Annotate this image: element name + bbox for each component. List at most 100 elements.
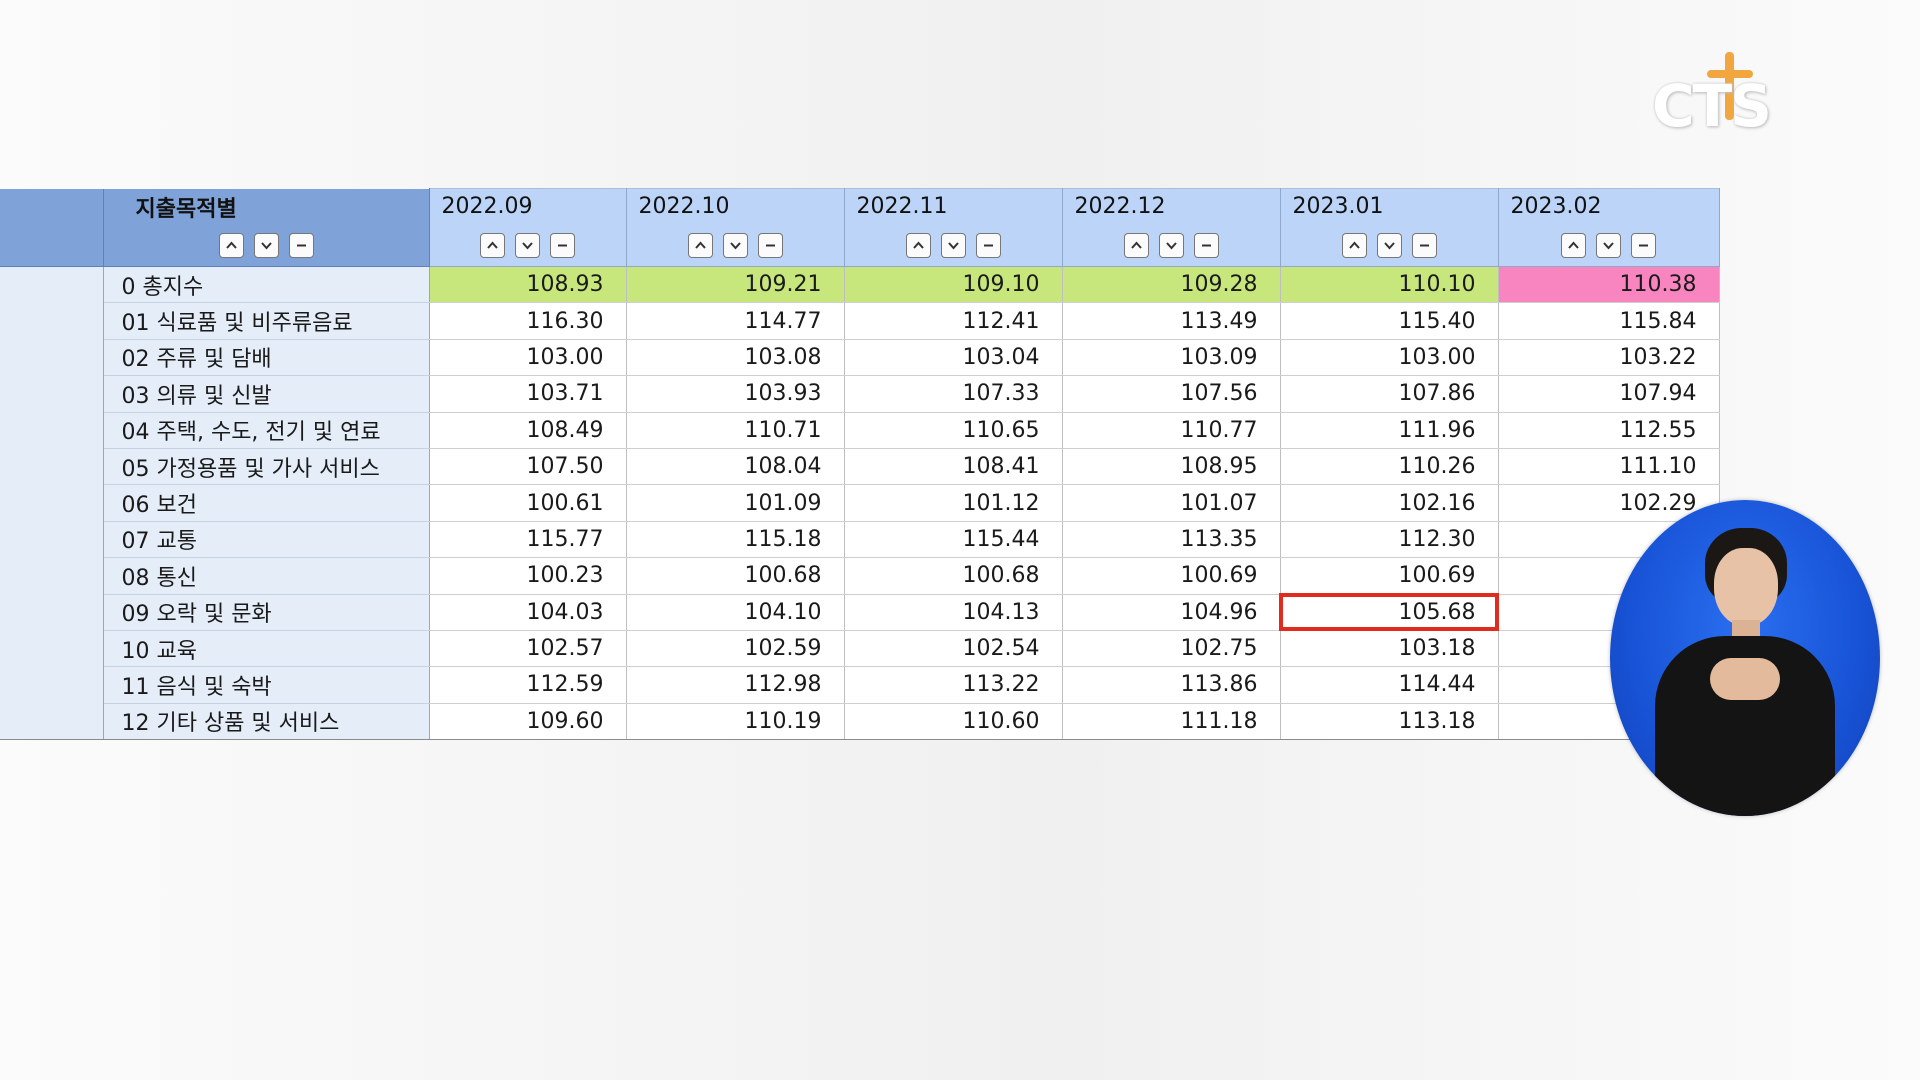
- value-cell[interactable]: 114.44: [1280, 666, 1499, 704]
- value-cell[interactable]: 113.22: [844, 666, 1063, 704]
- value-cell[interactable]: 107.86: [1280, 375, 1499, 413]
- sort-down-button[interactable]: [722, 232, 748, 258]
- value-cell[interactable]: 110.38: [1498, 266, 1720, 304]
- category-cell[interactable]: 08 통신: [103, 557, 430, 595]
- value-cell[interactable]: 105.68: [1279, 593, 1499, 632]
- period-header-2023-01[interactable]: 2023.01: [1280, 188, 1499, 225]
- value-cell[interactable]: 109.60: [429, 703, 627, 741]
- value-cell[interactable]: 111.96: [1280, 412, 1499, 449]
- value-cell[interactable]: 112.41: [844, 302, 1063, 340]
- value-cell[interactable]: 103.00: [1280, 339, 1499, 377]
- category-cell[interactable]: 07 교통: [103, 521, 430, 559]
- value-cell[interactable]: 103.22: [1498, 339, 1720, 377]
- value-cell[interactable]: 101.09: [626, 484, 845, 522]
- value-cell[interactable]: 102.54: [844, 630, 1063, 668]
- value-cell[interactable]: 102.75: [1062, 630, 1281, 668]
- sort-down-button[interactable]: [1158, 232, 1184, 258]
- sort-up-button[interactable]: [1341, 232, 1367, 258]
- value-cell[interactable]: 109.28: [1062, 266, 1281, 304]
- value-cell[interactable]: 108.04: [626, 448, 845, 486]
- sort-down-button[interactable]: [253, 232, 279, 258]
- value-cell[interactable]: 100.68: [844, 557, 1063, 595]
- period-header-2022-09[interactable]: 2022.09: [429, 188, 627, 225]
- period-header-2022-11[interactable]: 2022.11: [844, 188, 1063, 225]
- value-cell[interactable]: 108.41: [844, 448, 1063, 486]
- value-cell[interactable]: 110.26: [1280, 448, 1499, 486]
- sort-up-button[interactable]: [905, 232, 931, 258]
- value-cell[interactable]: 108.95: [1062, 448, 1281, 486]
- sort-up-button[interactable]: [687, 232, 713, 258]
- value-cell[interactable]: 113.18: [1280, 703, 1499, 741]
- category-header[interactable]: 지출목적별: [103, 188, 430, 225]
- value-cell[interactable]: 108.93: [429, 266, 627, 304]
- period-header-2022-10[interactable]: 2022.10: [626, 188, 845, 225]
- value-cell[interactable]: 108.49: [429, 412, 627, 449]
- value-cell[interactable]: 100.69: [1280, 557, 1499, 595]
- sort-down-button[interactable]: [515, 232, 540, 258]
- value-cell[interactable]: 103.93: [626, 375, 845, 413]
- remove-button[interactable]: [288, 232, 314, 258]
- value-cell[interactable]: 107.56: [1062, 375, 1281, 413]
- category-cell[interactable]: 06 보건: [103, 484, 430, 522]
- value-cell[interactable]: 110.77: [1062, 412, 1281, 449]
- value-cell[interactable]: 115.44: [844, 521, 1063, 559]
- value-cell[interactable]: 103.08: [626, 339, 845, 377]
- value-cell[interactable]: 113.35: [1062, 521, 1281, 559]
- value-cell[interactable]: 104.10: [626, 594, 845, 631]
- value-cell[interactable]: 110.10: [1280, 266, 1499, 304]
- remove-button[interactable]: [975, 232, 1001, 258]
- value-cell[interactable]: 112.59: [429, 666, 627, 704]
- category-cell[interactable]: 05 가정용품 및 가사 서비스: [103, 448, 430, 486]
- value-cell[interactable]: 100.23: [429, 557, 627, 595]
- value-cell[interactable]: 115.84: [1498, 302, 1720, 340]
- value-cell[interactable]: 100.61: [429, 484, 627, 522]
- value-cell[interactable]: 112.98: [626, 666, 845, 704]
- value-cell[interactable]: 110.65: [844, 412, 1063, 449]
- value-cell[interactable]: 113.49: [1062, 302, 1281, 340]
- value-cell[interactable]: 102.59: [626, 630, 845, 668]
- remove-button[interactable]: [757, 232, 783, 258]
- category-cell[interactable]: 10 교육: [103, 630, 430, 668]
- value-cell[interactable]: 110.19: [626, 703, 845, 741]
- value-cell[interactable]: 103.71: [429, 375, 627, 413]
- value-cell[interactable]: 113.86: [1062, 666, 1281, 704]
- value-cell[interactable]: 107.50: [429, 448, 627, 486]
- value-cell[interactable]: 102.57: [429, 630, 627, 668]
- value-cell[interactable]: 115.40: [1280, 302, 1499, 340]
- sort-down-button[interactable]: [940, 232, 966, 258]
- category-cell[interactable]: 0 총지수: [103, 266, 430, 304]
- value-cell[interactable]: 110.71: [626, 412, 845, 449]
- sort-down-button[interactable]: [1596, 232, 1621, 258]
- value-cell[interactable]: 100.69: [1062, 557, 1281, 595]
- remove-button[interactable]: [1193, 232, 1219, 258]
- sort-up-button[interactable]: [1561, 232, 1586, 258]
- value-cell[interactable]: 103.18: [1280, 630, 1499, 668]
- remove-button[interactable]: [1411, 232, 1437, 258]
- value-cell[interactable]: 104.96: [1062, 594, 1281, 631]
- period-header-2022-12[interactable]: 2022.12: [1062, 188, 1281, 225]
- value-cell[interactable]: 112.55: [1498, 412, 1720, 449]
- sort-up-button[interactable]: [480, 232, 505, 258]
- value-cell[interactable]: 102.16: [1280, 484, 1499, 522]
- category-cell[interactable]: 12 기타 상품 및 서비스: [103, 703, 430, 741]
- category-cell[interactable]: 02 주류 및 담배: [103, 339, 430, 377]
- period-header-2023-02[interactable]: 2023.02: [1498, 188, 1720, 225]
- value-cell[interactable]: 107.33: [844, 375, 1063, 413]
- value-cell[interactable]: 109.21: [626, 266, 845, 304]
- value-cell[interactable]: 101.07: [1062, 484, 1281, 522]
- category-cell[interactable]: 03 의류 및 신발: [103, 375, 430, 413]
- value-cell[interactable]: 103.00: [429, 339, 627, 377]
- remove-button[interactable]: [550, 232, 575, 258]
- value-cell[interactable]: 104.13: [844, 594, 1063, 631]
- value-cell[interactable]: 111.10: [1498, 448, 1720, 486]
- category-cell[interactable]: 11 음식 및 숙박: [103, 666, 430, 704]
- value-cell[interactable]: 112.30: [1280, 521, 1499, 559]
- value-cell[interactable]: 111.18: [1062, 703, 1281, 741]
- category-cell[interactable]: 04 주택, 수도, 전기 및 연료: [103, 412, 430, 449]
- sort-up-button[interactable]: [1123, 232, 1149, 258]
- value-cell[interactable]: 107.94: [1498, 375, 1720, 413]
- value-cell[interactable]: 104.03: [429, 594, 627, 631]
- value-cell[interactable]: 103.09: [1062, 339, 1281, 377]
- sort-up-button[interactable]: [218, 232, 244, 258]
- value-cell[interactable]: 109.10: [844, 266, 1063, 304]
